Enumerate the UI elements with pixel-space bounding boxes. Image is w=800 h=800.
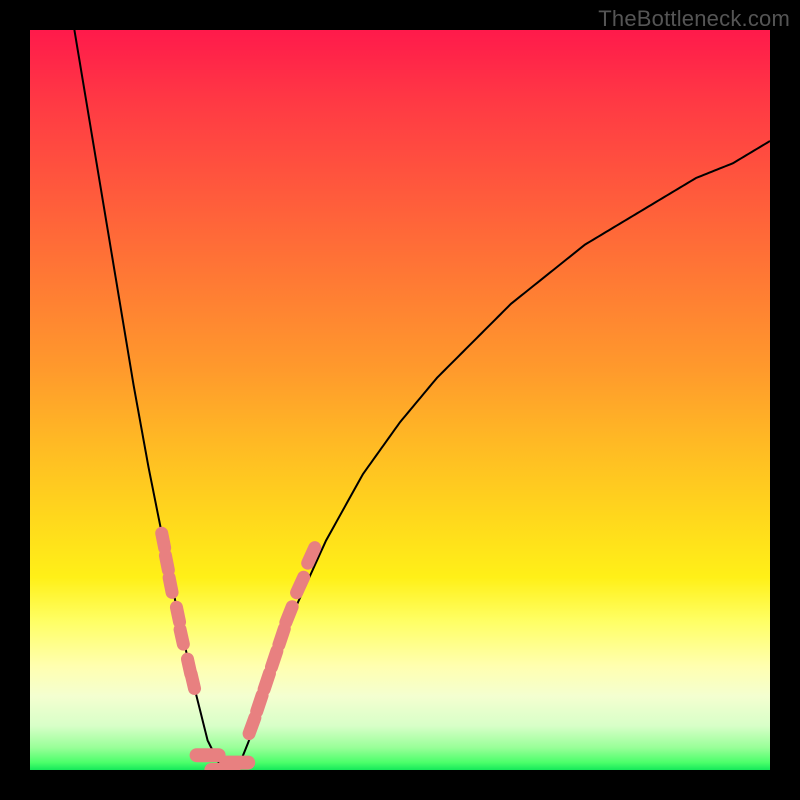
curve-marker [277,598,300,631]
chart-frame: TheBottleneck.com [0,0,800,800]
curve-marker [183,666,202,696]
curve-marker [172,622,191,652]
bottleneck-curve [74,30,770,770]
curve-svg [30,30,770,770]
curve-marker [161,570,179,600]
curve-marker [219,756,255,770]
marker-group [154,526,323,770]
curve-marker [288,569,312,602]
watermark-label: TheBottleneck.com [598,6,790,32]
plot-area [30,30,770,770]
